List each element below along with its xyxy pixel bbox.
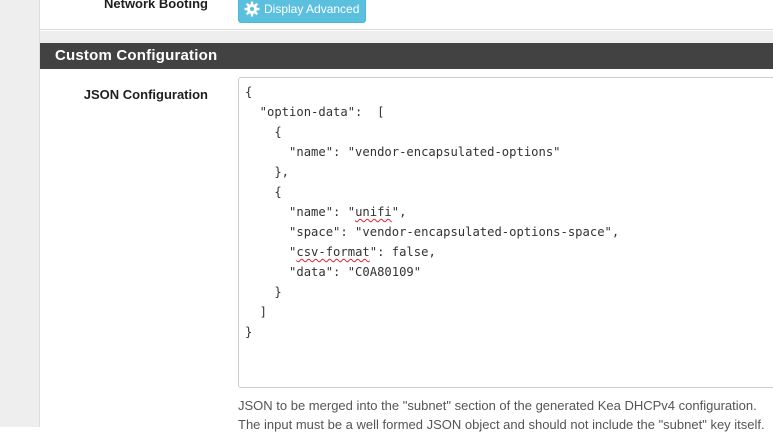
page-gutter (0, 0, 40, 427)
code-line: } (245, 285, 282, 299)
gear-icon (244, 1, 260, 17)
help-text-line: The input must be a well formed JSON obj… (238, 417, 765, 432)
code-line: { (245, 125, 282, 139)
code-line: "space": "vendor-encapsulated-options-sp… (245, 225, 620, 239)
network-booting-row: Network Booting Display Advanced (40, 0, 773, 30)
json-configuration-label: JSON Configuration (83, 87, 208, 102)
spellcheck-word: unifi (355, 205, 392, 219)
custom-configuration-panel: JSON Configuration { "option-data": [ { … (40, 69, 773, 432)
code-line: "option-data": [ (245, 105, 385, 119)
code-line: ] (245, 305, 268, 319)
code-line-spellcheck: "name": "unifi", (245, 205, 407, 219)
code-line: { (245, 85, 253, 99)
help-text: JSON to be merged into the "subnet" sect… (238, 396, 773, 434)
code-line: "data": "C0A80109" (245, 265, 422, 279)
display-advanced-button[interactable]: Display Advanced (238, 0, 367, 23)
code-line: "name": "vendor-encapsulated-options" (245, 145, 561, 159)
spellcheck-word: csv-format (296, 245, 370, 259)
network-booting-label: Network Booting (104, 0, 208, 11)
help-text-line: JSON to be merged into the "subnet" sect… (238, 398, 757, 413)
section-heading: Custom Configuration (40, 43, 773, 69)
code-line: } (245, 325, 253, 339)
code-line-spellcheck: "csv-format": false, (245, 245, 436, 259)
code-line: }, (245, 165, 290, 179)
code-line: { (245, 185, 282, 199)
panel-gap (40, 31, 773, 43)
json-configuration-textarea[interactable]: { "option-data": [ { "name": "vendor-enc… (238, 77, 773, 388)
display-advanced-label: Display Advanced (264, 1, 360, 16)
